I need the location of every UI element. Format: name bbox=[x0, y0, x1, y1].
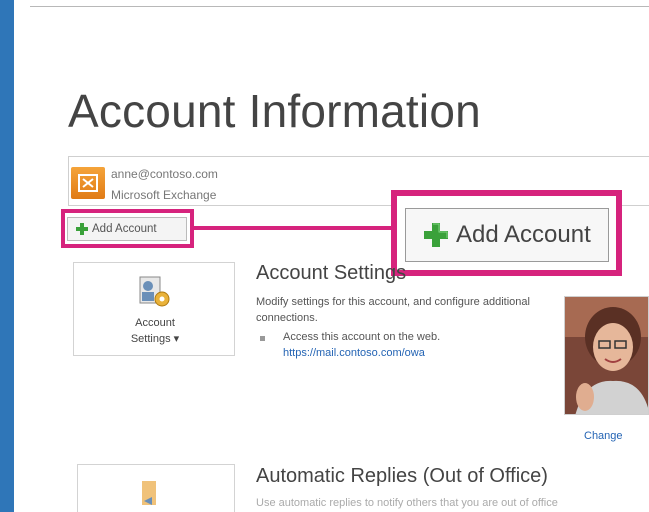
left-accent-strip bbox=[0, 0, 14, 512]
add-account-button-zoomed[interactable]: Add Account bbox=[405, 208, 609, 262]
profile-photo-image bbox=[565, 297, 648, 414]
add-account-label-zoomed: Add Account bbox=[456, 221, 591, 248]
change-photo-link[interactable]: Change bbox=[584, 430, 623, 442]
account-settings-button[interactable]: Account Settings ▾ bbox=[73, 262, 235, 356]
page-title: Account Information bbox=[68, 85, 481, 137]
account-settings-heading: Account Settings bbox=[256, 262, 407, 284]
automatic-replies-heading: Automatic Replies (Out of Office) bbox=[256, 465, 548, 487]
account-photo[interactable] bbox=[564, 296, 649, 415]
top-border-line bbox=[30, 6, 649, 7]
add-account-button[interactable]: Add Account bbox=[67, 217, 187, 241]
account-settings-icon bbox=[139, 276, 170, 307]
bullet-icon bbox=[260, 336, 265, 341]
web-access-text: Access this account on the web. bbox=[283, 331, 441, 343]
account-settings-tile-label: Account Settings ▾ bbox=[130, 317, 180, 345]
account-email: anne@contoso.com bbox=[111, 167, 218, 181]
exchange-account-icon bbox=[71, 167, 105, 199]
plus-icon bbox=[76, 223, 88, 235]
account-type: Microsoft Exchange bbox=[111, 188, 217, 202]
add-account-label: Add Account bbox=[92, 223, 157, 235]
automatic-replies-button[interactable] bbox=[77, 464, 235, 512]
automatic-replies-description: Use automatic replies to notify others t… bbox=[256, 497, 558, 509]
callout-connector bbox=[193, 226, 393, 230]
owa-link[interactable]: https://mail.contoso.com/owa bbox=[283, 347, 425, 359]
plus-icon-large bbox=[424, 223, 448, 247]
left-gap bbox=[14, 0, 30, 512]
exchange-logo-icon bbox=[78, 174, 98, 192]
automatic-replies-icon bbox=[142, 481, 156, 505]
account-settings-description: Modify settings for this account, and co… bbox=[256, 296, 530, 324]
